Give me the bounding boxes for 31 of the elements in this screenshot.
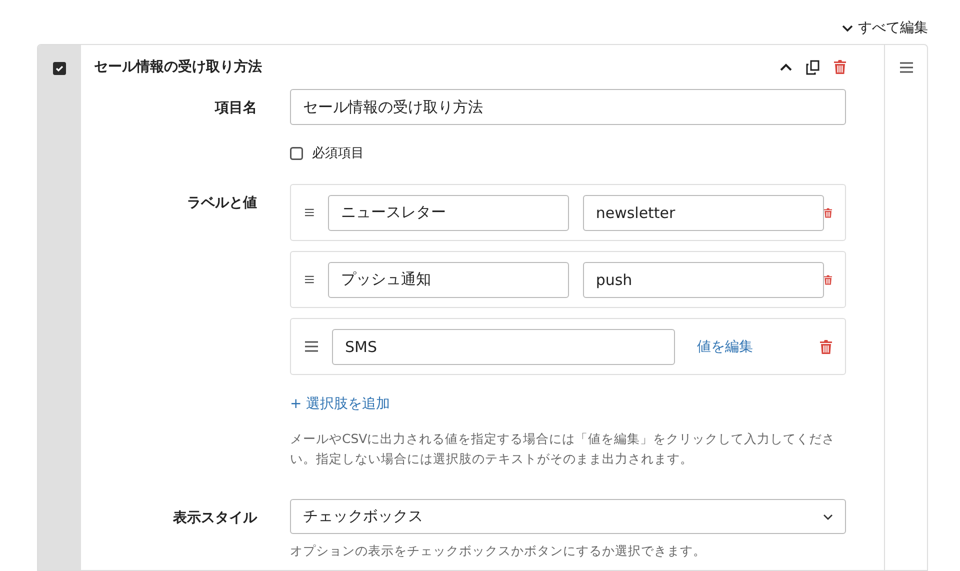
copy-icon[interactable] [806, 60, 820, 74]
field-label: ラベルと値 [187, 194, 257, 213]
option-label-input[interactable]: プッシュ通知 [328, 262, 569, 298]
checkbox-label: 必須項目 [312, 145, 364, 162]
checkbox[interactable] [290, 146, 303, 160]
field-title: セール情報の受け取り方法 [94, 58, 263, 76]
chevron-down-icon [842, 24, 853, 32]
menu-icon[interactable] [900, 62, 912, 73]
help-text: メールやCSVに出力される値を指定する場合には「値を編集」をクリックして入力してください。指定しない場合には選択肢のテキストがそのまま出力されます。 [290, 430, 836, 468]
chevron-down-icon [823, 514, 833, 520]
option-label-input[interactable]: ニュースレター [328, 194, 569, 230]
trash-icon[interactable] [834, 60, 846, 74]
name-input[interactable]: セール情報の受け取り方法 [290, 89, 846, 125]
checkbox[interactable] [53, 62, 66, 75]
style-select[interactable]: チェックボックス [290, 499, 846, 534]
collapse-icon[interactable] [780, 63, 792, 71]
drag-handle-icon[interactable] [305, 207, 314, 218]
option-value-input[interactable]: push [582, 262, 824, 298]
add-option-link[interactable]: + 選択肢を追加 [290, 395, 390, 413]
drag-handle-icon[interactable] [305, 341, 318, 352]
edit-all-button[interactable]: すべて編集 [842, 12, 928, 44]
option-label-input[interactable]: SMS [332, 328, 675, 364]
trash-icon[interactable] [824, 272, 832, 286]
help-text: オプションの表示をチェックボックスかボタンにするか選択できます。 [290, 542, 707, 560]
field-label: 表示スタイル [173, 509, 257, 528]
option-value-input[interactable]: newsletter [582, 194, 824, 230]
edit-value-link[interactable]: 値を編集 [697, 338, 753, 354]
drag-handle-icon[interactable] [305, 274, 314, 285]
trash-icon[interactable] [820, 340, 832, 354]
field-label: 項目名 [215, 99, 257, 118]
trash-icon[interactable] [824, 206, 832, 220]
